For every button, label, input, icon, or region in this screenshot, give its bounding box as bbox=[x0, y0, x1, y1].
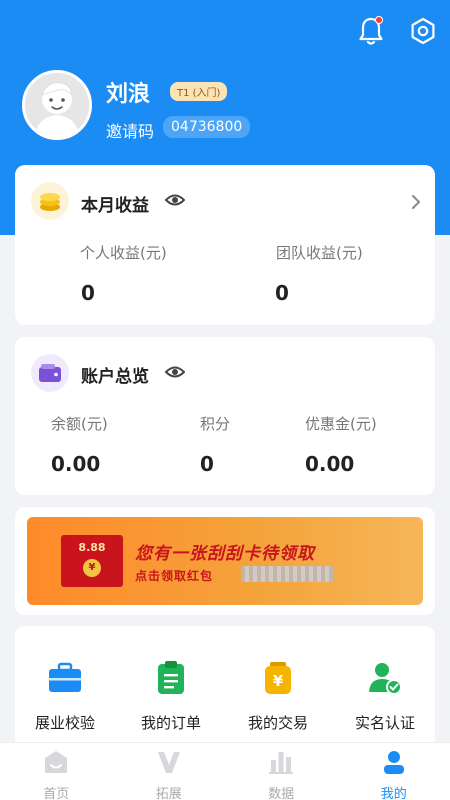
eye-icon[interactable] bbox=[165, 364, 185, 380]
envelope-amount: 8.88 bbox=[78, 541, 106, 554]
monthly-earnings-title: 本月收益 bbox=[81, 196, 149, 216]
coins-icon bbox=[31, 182, 69, 220]
settings-icon bbox=[411, 17, 435, 45]
banner-title: 您有一张刮刮卡待领取 bbox=[135, 544, 315, 564]
tab-label: 首页 bbox=[43, 787, 70, 800]
tab-home[interactable]: 首页 bbox=[0, 743, 113, 800]
tab-mine[interactable]: 我的 bbox=[338, 743, 450, 800]
verified-user-icon bbox=[369, 663, 402, 695]
level-badge: T1 (入门) bbox=[170, 82, 228, 101]
avatar[interactable] bbox=[22, 70, 92, 140]
bottom-tab-bar: 首页 拓展 数据 我的 bbox=[0, 742, 450, 800]
settings-button[interactable] bbox=[408, 14, 438, 48]
expand-v-icon bbox=[157, 752, 180, 773]
user-name: 刘浪 bbox=[106, 82, 151, 107]
notification-button[interactable] bbox=[356, 14, 386, 48]
tab-label: 拓展 bbox=[155, 787, 182, 800]
notification-dot bbox=[375, 16, 383, 24]
clipboard-icon bbox=[158, 661, 184, 694]
blurred-region bbox=[241, 566, 333, 582]
banner-subtitle: 点击领取红包 bbox=[135, 569, 214, 583]
team-earnings-value: 0 bbox=[275, 281, 289, 305]
personal-earnings-label: 个人收益(元) bbox=[80, 244, 167, 262]
account-overview-card[interactable]: 账户总览 余额(元) 0.00 积分 0 优惠金(元) 0.00 bbox=[15, 337, 435, 495]
svg-text:¥: ¥ bbox=[273, 672, 284, 690]
points-value: 0 bbox=[200, 452, 214, 476]
personal-earnings-value: 0 bbox=[81, 281, 95, 305]
tab-expand[interactable]: 拓展 bbox=[113, 743, 226, 800]
red-envelope-icon: 8.88 ¥ bbox=[61, 535, 123, 587]
home-icon bbox=[45, 751, 68, 773]
envelope-coin: ¥ bbox=[83, 559, 101, 577]
avatar-face-icon bbox=[25, 73, 89, 137]
coupon-label: 优惠金(元) bbox=[305, 415, 377, 433]
wallet-icon bbox=[31, 354, 69, 392]
balance-value: 0.00 bbox=[51, 452, 101, 476]
team-earnings-label: 团队收益(元) bbox=[276, 244, 363, 262]
briefcase-icon bbox=[49, 662, 81, 692]
profile-icon bbox=[383, 751, 404, 774]
top-right-actions bbox=[356, 14, 438, 48]
bar-chart-icon bbox=[269, 752, 294, 774]
invite-code-label: 邀请码 bbox=[106, 122, 155, 141]
points-label: 积分 bbox=[200, 415, 231, 433]
quick-action-label: 展业校验 bbox=[34, 714, 95, 732]
tab-label: 我的 bbox=[380, 787, 407, 800]
quick-action-label: 我的交易 bbox=[247, 714, 308, 732]
monthly-earnings-card[interactable]: 本月收益 个人收益(元) 0 团队收益(元) 0 bbox=[15, 165, 435, 325]
tab-data[interactable]: 数据 bbox=[225, 743, 338, 800]
quick-action-my-transactions[interactable]: ¥ 我的交易 bbox=[228, 660, 328, 733]
yen-jar-icon: ¥ bbox=[265, 662, 291, 694]
quick-action-business-check[interactable]: 展业校验 bbox=[15, 660, 115, 733]
balance-label: 余额(元) bbox=[51, 415, 108, 433]
scratch-card-banner[interactable]: 8.88 ¥ 您有一张刮刮卡待领取 点击领取红包 bbox=[27, 517, 423, 605]
invite-code-value[interactable]: 04736800 bbox=[163, 116, 251, 138]
account-overview-title: 账户总览 bbox=[81, 367, 149, 387]
coupon-value: 0.00 bbox=[305, 452, 355, 476]
chevron-right-icon[interactable] bbox=[411, 194, 421, 210]
quick-action-real-name-verify[interactable]: 实名认证 bbox=[335, 660, 435, 733]
eye-icon[interactable] bbox=[165, 192, 185, 208]
quick-action-my-orders[interactable]: 我的订单 bbox=[121, 660, 221, 733]
quick-action-label: 实名认证 bbox=[354, 714, 415, 732]
tab-label: 数据 bbox=[268, 787, 295, 800]
quick-action-label: 我的订单 bbox=[140, 714, 201, 732]
